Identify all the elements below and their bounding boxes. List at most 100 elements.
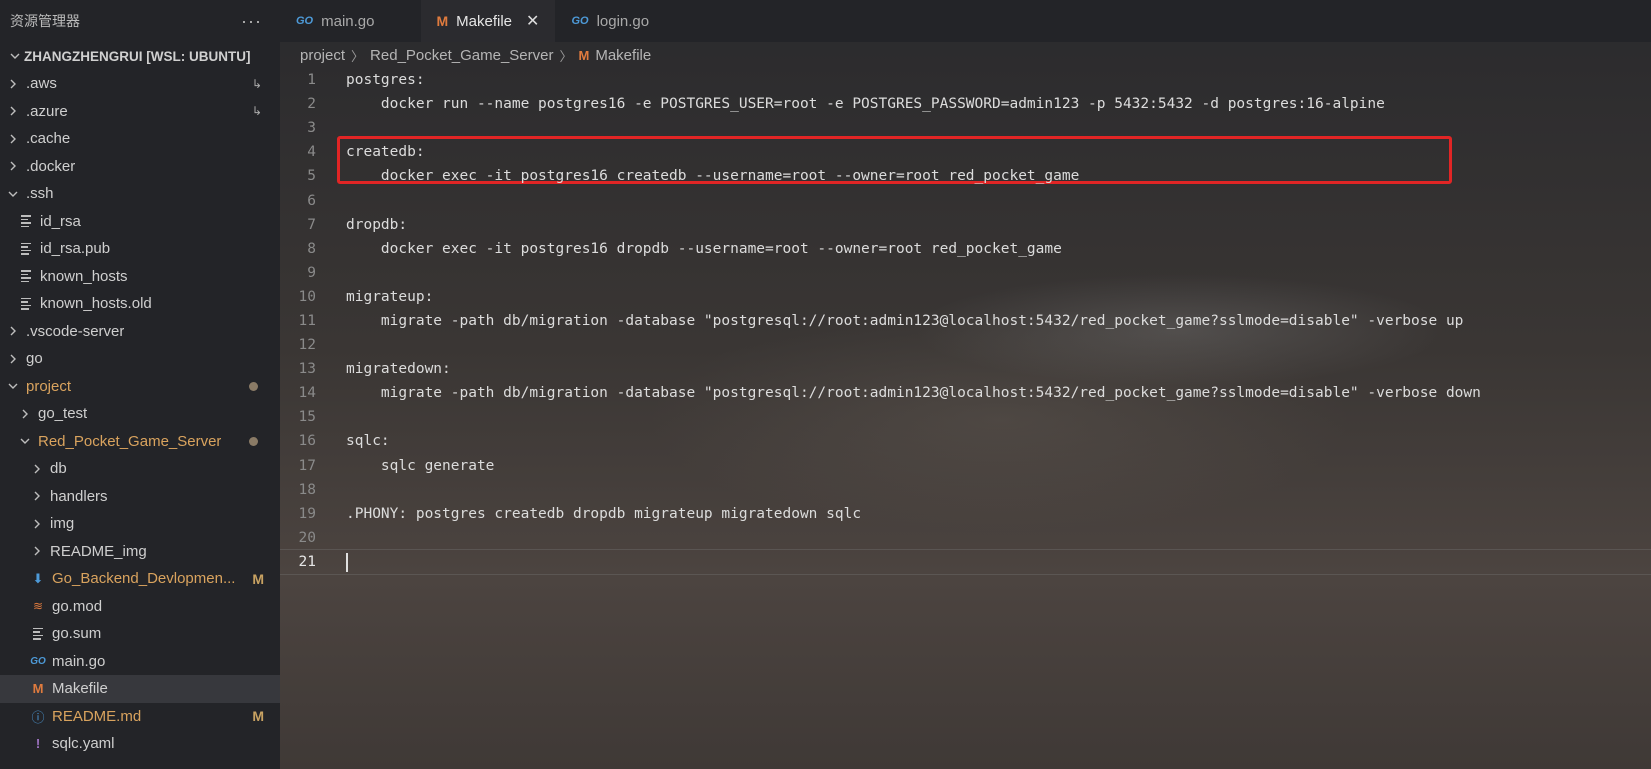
tree-item-label: known_hosts.old — [40, 295, 152, 313]
chevron-right-icon: 〉 — [351, 48, 365, 64]
tree-folder[interactable]: .vscode-server — [0, 318, 280, 346]
tree-folder[interactable]: README_img — [0, 538, 280, 566]
chevron-down-icon — [6, 381, 20, 391]
code-line[interactable]: 8 docker exec -it postgres16 dropdb --us… — [280, 237, 1651, 261]
breadcrumb-item[interactable]: Red_Pocket_Game_Server — [370, 47, 553, 64]
download-icon: ⬇ — [32, 570, 44, 586]
makefile-icon: M — [32, 681, 44, 697]
tree-folder[interactable]: .ssh — [0, 180, 280, 208]
yaml-icon: ! — [35, 736, 41, 752]
go-file-icon: GO — [571, 15, 589, 27]
tree-file[interactable]: known_hosts.old — [0, 290, 280, 318]
code-editor[interactable]: 1 postgres: 2 docker run --name postgres16… — [280, 68, 1651, 575]
tree-item-label: Go_Backend_Devlopmen... — [52, 570, 236, 588]
tab-makefile[interactable]: M Makefile ✕ — [420, 0, 556, 42]
tree-file[interactable]: known_hosts — [0, 263, 280, 291]
go-file-icon: GO — [30, 655, 46, 667]
chevron-right-icon — [6, 79, 20, 89]
code-line[interactable]: 1 postgres: — [280, 68, 1651, 92]
tree-file[interactable]: go.sum — [0, 620, 280, 648]
chevron-right-icon — [6, 134, 20, 144]
tree-folder[interactable]: .docker — [0, 153, 280, 181]
code-line[interactable]: 10 migrateup: — [280, 285, 1651, 309]
code-line[interactable]: 14 migrate -path db/migration -database … — [280, 381, 1651, 405]
code-text: migrate -path db/migration -database "po… — [346, 385, 1481, 402]
tree-folder[interactable]: .cache — [0, 125, 280, 153]
tree-item-label: sqlc.yaml — [52, 735, 115, 753]
line-number: 6 — [307, 192, 316, 209]
code-line[interactable]: 7 dropdb: — [280, 213, 1651, 237]
text-file-icon — [30, 626, 46, 642]
tree-file[interactable]: id_rsa.pub — [0, 235, 280, 263]
code-line[interactable]: 4 createdb: — [280, 140, 1651, 164]
code-line[interactable]: 9 — [280, 261, 1651, 285]
workspace-root[interactable]: ZHANGZHENGRUI [WSL: UBUNTU] — [0, 42, 280, 70]
tree-folder[interactable]: go_test — [0, 400, 280, 428]
tree-folder[interactable]: db — [0, 455, 280, 483]
tree-folder[interactable]: .azure ↳ — [0, 98, 280, 126]
code-line[interactable]: 21 — [280, 548, 1651, 575]
code-text: docker exec -it postgres16 createdb --us… — [346, 168, 1080, 185]
tree-item-label: .aws — [26, 75, 57, 93]
text-file-icon — [18, 241, 34, 257]
line-number: 3 — [307, 120, 316, 137]
tree-item-label: go.sum — [52, 625, 102, 643]
breadcrumb-item[interactable]: Makefile — [595, 47, 651, 64]
chevron-down-icon — [18, 436, 32, 446]
tab-main-go[interactable]: GO main.go — [280, 0, 421, 42]
tree-file[interactable]: ≋ go.mod — [0, 593, 280, 621]
chevron-down-icon — [6, 189, 20, 199]
code-line[interactable]: 11 migrate -path db/migration -database … — [280, 309, 1651, 333]
tree-folder[interactable]: go — [0, 345, 280, 373]
chevron-right-icon — [30, 546, 44, 556]
workspace-root-label: ZHANGZHENGRUI [WSL: UBUNTU] — [24, 48, 251, 64]
tree-folder[interactable]: handlers — [0, 483, 280, 511]
chevron-right-icon — [30, 464, 44, 474]
breadcrumb-item[interactable]: project — [300, 47, 345, 64]
code-text: postgres: — [346, 72, 425, 89]
tree-item-label: go.mod — [52, 597, 103, 615]
tree-item-label: Red_Pocket_Game_Server — [38, 432, 222, 450]
tab-login-go[interactable]: GO login.go — [555, 0, 695, 42]
tree-file[interactable]: ⬇ Go_Backend_Devlopmen... M — [0, 565, 280, 593]
tree-file[interactable]: ! sqlc.yaml — [0, 730, 280, 758]
tree-item-label: README.md — [52, 707, 142, 725]
code-line[interactable]: 5 docker exec -it postgres16 createdb --… — [280, 164, 1651, 188]
code-line[interactable]: 13 migratedown: — [280, 357, 1651, 381]
line-number: 7 — [307, 216, 316, 233]
line-number: 11 — [298, 312, 316, 329]
code-line[interactable]: 16 sqlc: — [280, 429, 1651, 453]
chevron-right-icon — [6, 354, 20, 364]
tree-file[interactable]: id_rsa — [0, 208, 280, 236]
text-file-icon — [18, 296, 34, 312]
code-line[interactable]: 3 — [280, 116, 1651, 140]
tree-item-label: handlers — [50, 487, 108, 505]
code-line[interactable]: 19 .PHONY: postgres createdb dropdb migra… — [280, 502, 1651, 526]
code-line[interactable]: 15 — [280, 405, 1651, 429]
line-number: 8 — [307, 240, 316, 257]
code-line[interactable]: 6 — [280, 188, 1651, 212]
chevron-right-icon — [30, 519, 44, 529]
tree-folder[interactable]: img — [0, 510, 280, 538]
tree-folder[interactable]: Red_Pocket_Game_Server — [0, 428, 280, 456]
more-actions-icon[interactable]: ··· — [241, 11, 262, 32]
code-line[interactable]: 17 sqlc generate — [280, 454, 1651, 478]
code-line[interactable]: 18 — [280, 478, 1651, 502]
code-line[interactable]: 12 — [280, 333, 1651, 357]
line-number: 18 — [298, 481, 316, 498]
tree-file[interactable]: M Makefile — [0, 675, 280, 703]
code-line[interactable]: 2 docker run --name postgres16 -e POSTGR… — [280, 92, 1651, 116]
tree-folder[interactable]: .aws ↳ — [0, 70, 280, 98]
line-number: 5 — [307, 168, 316, 185]
code-text: sqlc generate — [346, 457, 495, 474]
tree-item-label: go_test — [38, 405, 88, 423]
info-icon: ⓘ — [31, 709, 45, 725]
tree-folder[interactable]: project — [0, 373, 280, 401]
code-line[interactable]: 20 — [280, 526, 1651, 550]
tree-file[interactable]: GO main.go — [0, 648, 280, 676]
tree-item-label: README_img — [50, 542, 147, 560]
tab-label: Makefile — [456, 12, 513, 30]
close-icon[interactable]: ✕ — [526, 11, 539, 31]
tree-file[interactable]: ⓘ README.md M — [0, 703, 280, 731]
chevron-right-icon — [6, 326, 20, 336]
